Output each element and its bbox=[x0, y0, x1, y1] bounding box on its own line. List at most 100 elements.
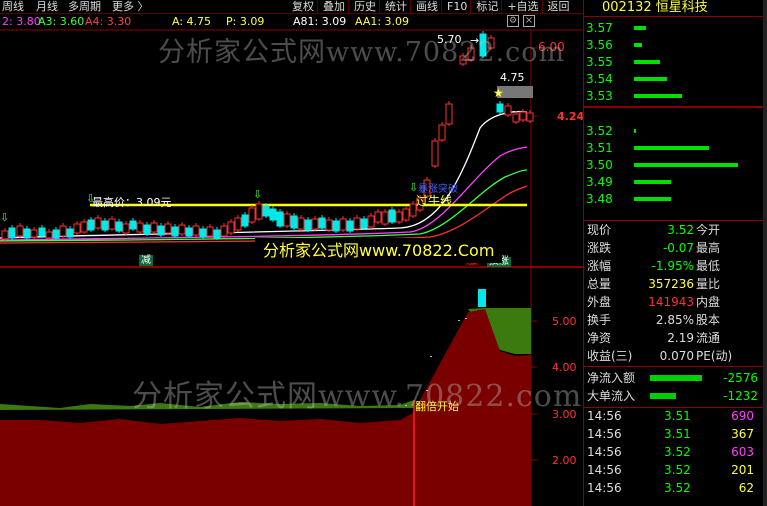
order-book-price: 3.51 bbox=[586, 141, 613, 155]
order-book-price: 3.57 bbox=[586, 21, 613, 35]
order-book-volume-bar bbox=[634, 77, 667, 81]
quote-value: 141943 bbox=[648, 295, 694, 309]
axis-label-sub-2: 2.00 bbox=[552, 454, 577, 467]
order-book-row[interactable]: 3.53 bbox=[584, 88, 767, 105]
quote-label-secondary: 流通 bbox=[696, 331, 721, 345]
candle-body bbox=[8, 227, 16, 239]
candle-body bbox=[38, 227, 46, 237]
order-book-volume-bar bbox=[634, 129, 636, 133]
quote-row: 外盘 141943 内盘 bbox=[584, 294, 767, 311]
order-book-volume-bar bbox=[634, 180, 671, 184]
star-icon: ★ bbox=[493, 86, 504, 100]
candle-body bbox=[23, 228, 31, 239]
tick-row: 14:56 3.52 62 bbox=[584, 480, 767, 497]
candle-body bbox=[30, 229, 38, 238]
order-book-row[interactable]: 3.51 bbox=[584, 140, 767, 157]
candle-body bbox=[213, 229, 221, 239]
target-price-label: 4.75 bbox=[500, 71, 525, 84]
arrow-down-icon: ⇩ bbox=[253, 188, 262, 201]
quote-label-secondary: 量比 bbox=[696, 277, 721, 291]
quote-value: -0.07 bbox=[662, 241, 694, 255]
tick-row: 14:56 3.51 690 bbox=[584, 408, 767, 425]
money-flow-value: -2576 bbox=[723, 371, 758, 385]
order-book-volume-bar bbox=[634, 43, 642, 47]
signal-label-reduce: 减 bbox=[139, 255, 153, 266]
order-book-price: 3.53 bbox=[586, 89, 613, 103]
tick-volume: 201 bbox=[731, 463, 754, 477]
candle-body bbox=[332, 220, 340, 232]
quote-label: 涨跌 bbox=[587, 241, 612, 255]
order-book-row[interactable]: 3.50 bbox=[584, 157, 767, 174]
order-book-price: 3.54 bbox=[586, 72, 613, 86]
quote-row: 净资 2.19 流通 bbox=[584, 330, 767, 347]
candle-body bbox=[374, 211, 382, 223]
money-flow-row: 大单流入 -1232 bbox=[584, 388, 767, 405]
quote-value: 357236 bbox=[648, 277, 694, 291]
candle-body bbox=[115, 221, 123, 232]
quote-row: 收益(三) 0.070 PE(动) bbox=[584, 348, 767, 365]
order-book-volume-bar bbox=[634, 26, 646, 30]
ma-line-white bbox=[0, 110, 528, 239]
candle-body bbox=[80, 221, 88, 233]
candle-body bbox=[255, 203, 263, 220]
money-flow-value: -1232 bbox=[723, 389, 758, 403]
quote-value: -1.95% bbox=[651, 259, 694, 273]
order-book-row[interactable]: 3.56 bbox=[584, 37, 767, 54]
candle-body bbox=[283, 213, 291, 227]
candle-body bbox=[87, 219, 95, 231]
candle-body bbox=[94, 217, 102, 229]
candle-body bbox=[122, 223, 130, 234]
watermark-bottom: 分析家公式网www.70822.com bbox=[132, 379, 583, 414]
candle-body bbox=[157, 225, 165, 236]
order-book-row[interactable]: 3.48 bbox=[584, 191, 767, 208]
candle-body bbox=[164, 223, 172, 234]
tick-time: 14:56 bbox=[587, 463, 622, 477]
candle-body bbox=[304, 219, 312, 231]
order-book-row[interactable]: 3.52 bbox=[584, 123, 767, 140]
order-book-price: 3.56 bbox=[586, 38, 613, 52]
order-book-volume-bar bbox=[634, 94, 682, 98]
breakout-label: 暴涨突破 bbox=[418, 184, 458, 195]
quote-label-secondary: PE(动) bbox=[696, 349, 733, 363]
candle-body bbox=[360, 218, 368, 229]
sub-chart-peak-bar bbox=[478, 289, 486, 307]
money-flow-row: 净流入额 -2576 bbox=[584, 370, 767, 387]
candle-body bbox=[220, 225, 228, 237]
quote-row: 涨跌 -0.07 最高 bbox=[584, 240, 767, 257]
quote-label: 总量 bbox=[587, 277, 612, 291]
candle-body bbox=[290, 215, 298, 229]
scrollbar[interactable] bbox=[763, 0, 767, 506]
candle-body bbox=[234, 217, 242, 231]
quote-row: 总量 357236 量比 bbox=[584, 276, 767, 293]
stock-code-name[interactable]: 002132 恒星科技 bbox=[584, 0, 767, 17]
tick-price: 3.52 bbox=[664, 481, 691, 495]
candle-body bbox=[353, 217, 361, 230]
money-flow-bar bbox=[650, 375, 702, 381]
tick-price: 3.51 bbox=[664, 409, 691, 423]
order-book-row[interactable]: 3.54 bbox=[584, 71, 767, 88]
candle-body bbox=[150, 222, 158, 233]
candle-body bbox=[297, 217, 305, 230]
candle-body bbox=[339, 218, 347, 231]
quote-label: 现价 bbox=[587, 223, 612, 237]
candle-body bbox=[262, 205, 270, 217]
peak-price-label: 最高价：3.09元 bbox=[92, 196, 172, 209]
quote-label: 涨幅 bbox=[587, 259, 612, 273]
quote-row: 换手 2.85% 股本 bbox=[584, 312, 767, 329]
candle-body bbox=[59, 225, 67, 237]
quote-label: 收益(三) bbox=[587, 349, 633, 363]
order-book-row[interactable]: 3.55 bbox=[584, 54, 767, 71]
order-book-row[interactable]: 3.49 bbox=[584, 174, 767, 191]
candlesticks bbox=[1, 31, 534, 307]
order-book-price: 3.55 bbox=[586, 55, 613, 69]
candle-body bbox=[346, 220, 354, 232]
order-book-row[interactable]: 3.57 bbox=[584, 20, 767, 37]
quote-value: 2.85% bbox=[655, 313, 694, 327]
candle-body bbox=[381, 211, 389, 225]
money-flow-label: 大单流入 bbox=[587, 389, 636, 403]
tick-price: 3.51 bbox=[664, 427, 691, 441]
candle-body bbox=[241, 214, 249, 227]
order-book-volume-bar bbox=[634, 197, 671, 201]
candle-body bbox=[73, 223, 81, 234]
candle-body bbox=[431, 140, 439, 167]
